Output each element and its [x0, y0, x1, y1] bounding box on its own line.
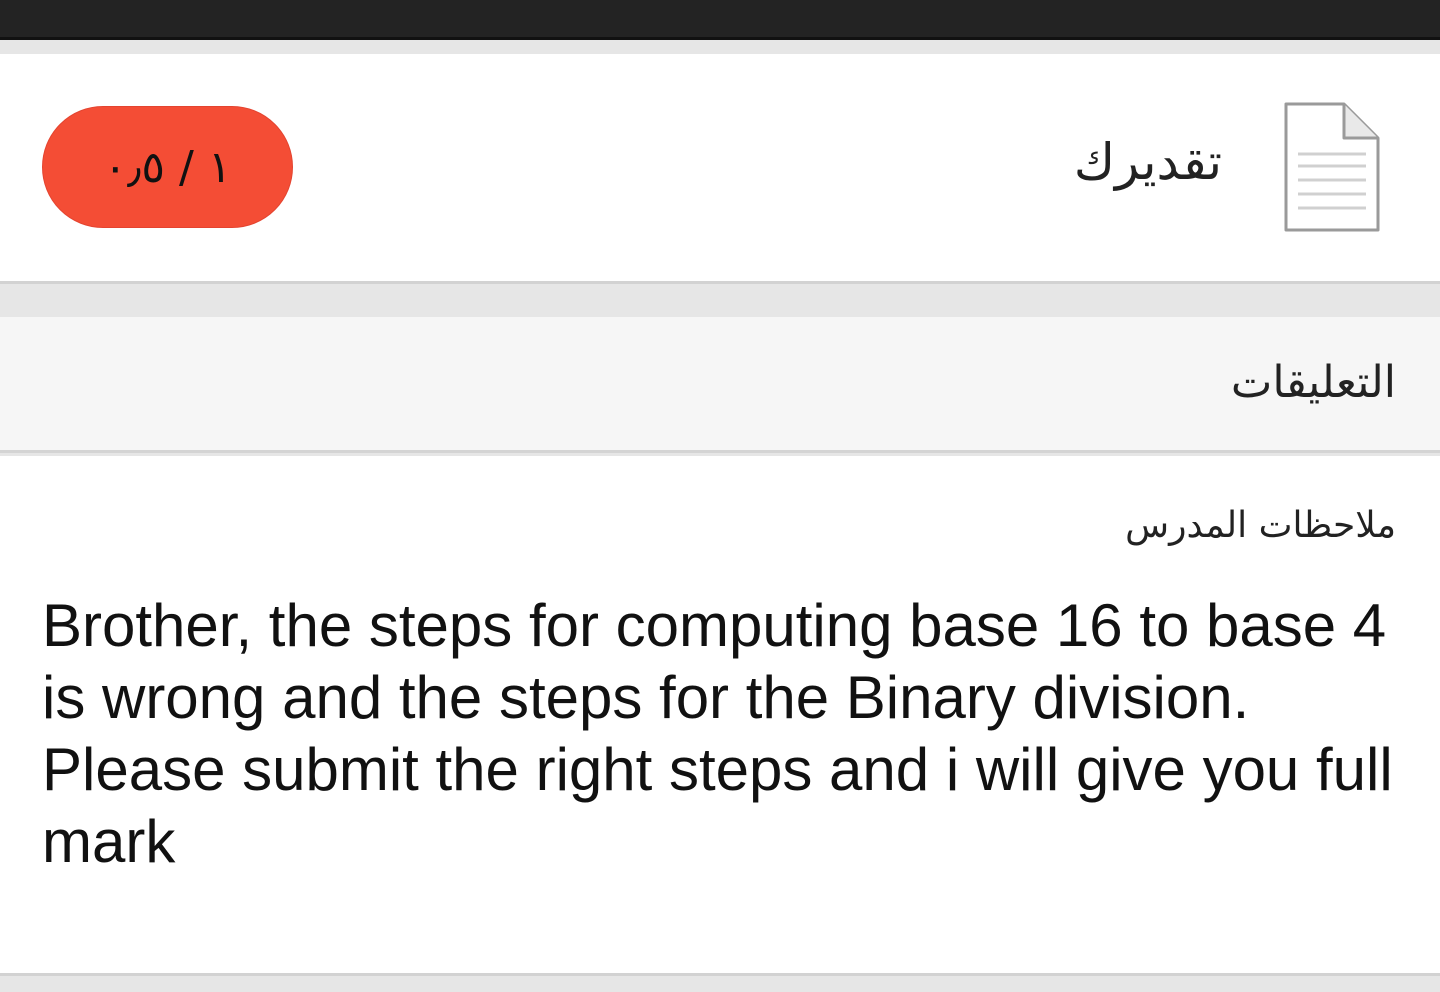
top-app-bar	[0, 0, 1440, 40]
grade-label: تقديرك	[1073, 133, 1222, 191]
comments-body: ملاحظات المدرس Brother, the steps for co…	[0, 456, 1440, 976]
grade-card: تقديرك ١ / ٠٫٥	[0, 54, 1440, 284]
score-badge: ١ / ٠٫٥	[42, 106, 293, 228]
document-icon[interactable]	[1282, 100, 1382, 234]
teacher-feedback-text: Brother, the steps for computing base 16…	[42, 592, 1393, 875]
teacher-notes-label: ملاحظات المدرس	[1125, 505, 1396, 546]
comments-title: التعليقات	[1230, 357, 1396, 408]
comments-header: التعليقات	[0, 317, 1440, 453]
